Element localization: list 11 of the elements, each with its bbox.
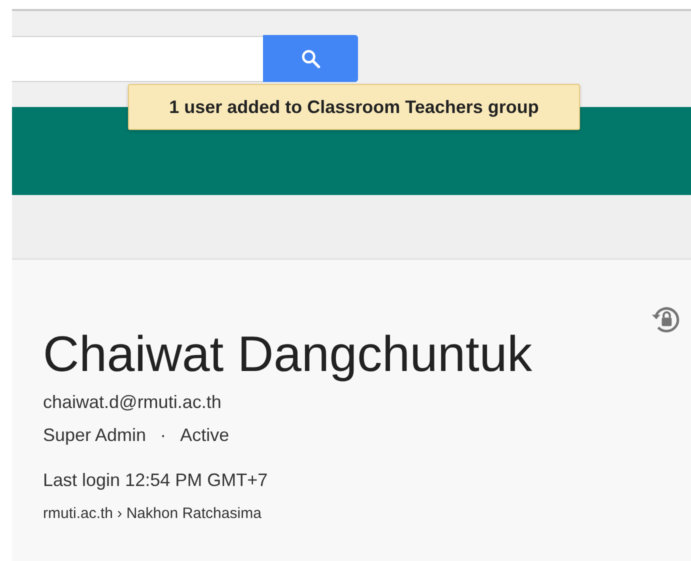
- user-role: Super Admin: [43, 425, 146, 446]
- search-field[interactable]: [12, 36, 263, 82]
- notification-toast: 1 user added to Classroom Teachers group: [128, 84, 580, 130]
- search-button[interactable]: [263, 35, 358, 82]
- user-name: Chaiwat Dangchuntuk: [43, 325, 534, 384]
- search-icon: [300, 48, 322, 70]
- separator-dot: ·: [160, 425, 166, 446]
- last-login: Last login 12:54 PM GMT+7: [43, 470, 269, 491]
- org-path: rmuti.ac.th › Nakhon Ratchasima: [43, 505, 262, 522]
- user-email: chaiwat.d@rmuti.ac.th: [43, 392, 222, 413]
- user-status: Active: [180, 425, 230, 446]
